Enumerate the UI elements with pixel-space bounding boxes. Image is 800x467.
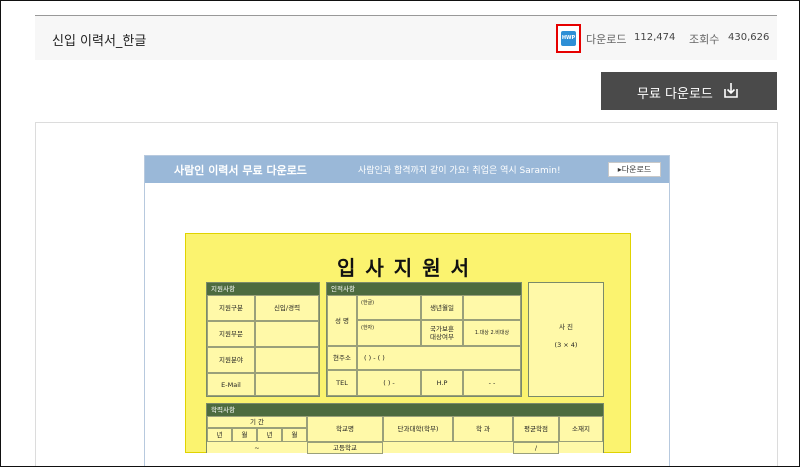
period-dash: ~ (254, 444, 260, 452)
application-value (255, 321, 319, 347)
application-label: E-Mail (207, 373, 255, 396)
address-label: 현주소 (327, 346, 357, 370)
file-title: 신입 이력서_한글 (52, 34, 147, 49)
views-label: 조회수 (689, 33, 720, 46)
school-column-header: 학교명 (307, 416, 383, 442)
year-label: 년 (257, 428, 282, 442)
application-section: 지원사항 지원구분 신입/경력 지원부문 지원분야 E-Mail (206, 282, 320, 397)
resume-form: 입사지원서 지원사항 지원구분 신입/경력 지원부문 지원분야 E-Mail 인… (185, 233, 631, 454)
download-icon (722, 81, 740, 103)
photo-label: 사 진 (558, 323, 574, 331)
views-count: 430,626 (728, 32, 770, 43)
application-header: 지원사항 (207, 283, 319, 295)
gpa-column-header: 평균학점 (513, 416, 559, 442)
personal-header: 인적사항 (327, 283, 521, 295)
document-preview: 사람인 이력서 무료 다운로드 사람인과 합격까지 같이 가요! 취업은 역시 … (144, 155, 670, 466)
application-value: 신입/경력 (255, 295, 319, 321)
month-label: 월 (282, 428, 307, 442)
banner-title: 사람인 이력서 무료 다운로드 (174, 164, 307, 177)
birth-value (463, 295, 521, 320)
download-count: 112,474 (634, 32, 676, 43)
application-label: 지원분야 (207, 347, 255, 373)
hp-value: - - (463, 370, 521, 396)
file-header: 신입 이력서_한글 HWP 다운로드 112,474 조회수 430,626 (35, 15, 777, 60)
page-frame: 신입 이력서_한글 HWP 다운로드 112,474 조회수 430,626 무… (0, 0, 800, 467)
birth-label: 생년월일 (421, 295, 463, 320)
file-type-highlight[interactable]: HWP (556, 24, 581, 53)
korean-name-label: (한글) (357, 295, 421, 320)
banner-subtitle: 사람인과 합격까지 같이 가요! 취업은 역시 Saramin! (358, 166, 561, 176)
education-section: 학력사항 기 간 년 월 년 월 학교명 단과대학(학부) 학 과 평균학점 소… (206, 403, 604, 454)
preview-panel: 사람인 이력서 무료 다운로드 사람인과 합격까지 같이 가요! 취업은 역시 … (35, 122, 778, 466)
application-value (255, 373, 319, 396)
free-download-label: 무료 다운로드 (637, 87, 713, 102)
photo-size: (3 × 4) (554, 341, 578, 349)
month-label: 월 (232, 428, 257, 442)
photo-box: 사 진 (3 × 4) (528, 282, 604, 397)
tel-value: ( ) - (357, 370, 421, 396)
veteran-value: 1.대상 2.비대상 (463, 320, 521, 346)
download-label: 다운로드 (586, 33, 627, 46)
year-label: 년 (207, 428, 232, 442)
name-label: 성 명 (327, 295, 357, 346)
application-label: 지원부문 (207, 321, 255, 347)
application-value (255, 347, 319, 373)
veteran-label: 국가보훈 대상여부 (421, 320, 463, 346)
personal-section: 인적사항 성 명 (한글) (한자) 생년월일 국가보훈 대상여부 1.대상 2… (326, 282, 522, 397)
form-title: 입사지원서 (337, 256, 479, 280)
hp-label: H.P (421, 370, 463, 396)
hanja-name-label: (한자) (357, 320, 421, 346)
hwp-file-icon: HWP (561, 31, 576, 46)
preview-banner: 사람인 이력서 무료 다운로드 사람인과 합격까지 같이 가요! 취업은 역시 … (145, 156, 669, 183)
gpa-cell: / (513, 442, 559, 454)
address-value: ( ) - ( ) (357, 346, 521, 370)
school-name-cell: 고등학교 (307, 442, 383, 454)
period-label: 기 간 (207, 416, 307, 428)
tel-label: TEL (327, 370, 357, 396)
college-column-header: 단과대학(학부) (383, 416, 453, 442)
major-column-header: 학 과 (453, 416, 513, 442)
education-header: 학력사항 (207, 404, 603, 416)
location-column-header: 소재지 (559, 416, 603, 442)
free-download-button[interactable]: 무료 다운로드 (601, 72, 777, 110)
application-label: 지원구분 (207, 295, 255, 321)
banner-download-button[interactable]: ▸다운로드 (608, 162, 661, 177)
